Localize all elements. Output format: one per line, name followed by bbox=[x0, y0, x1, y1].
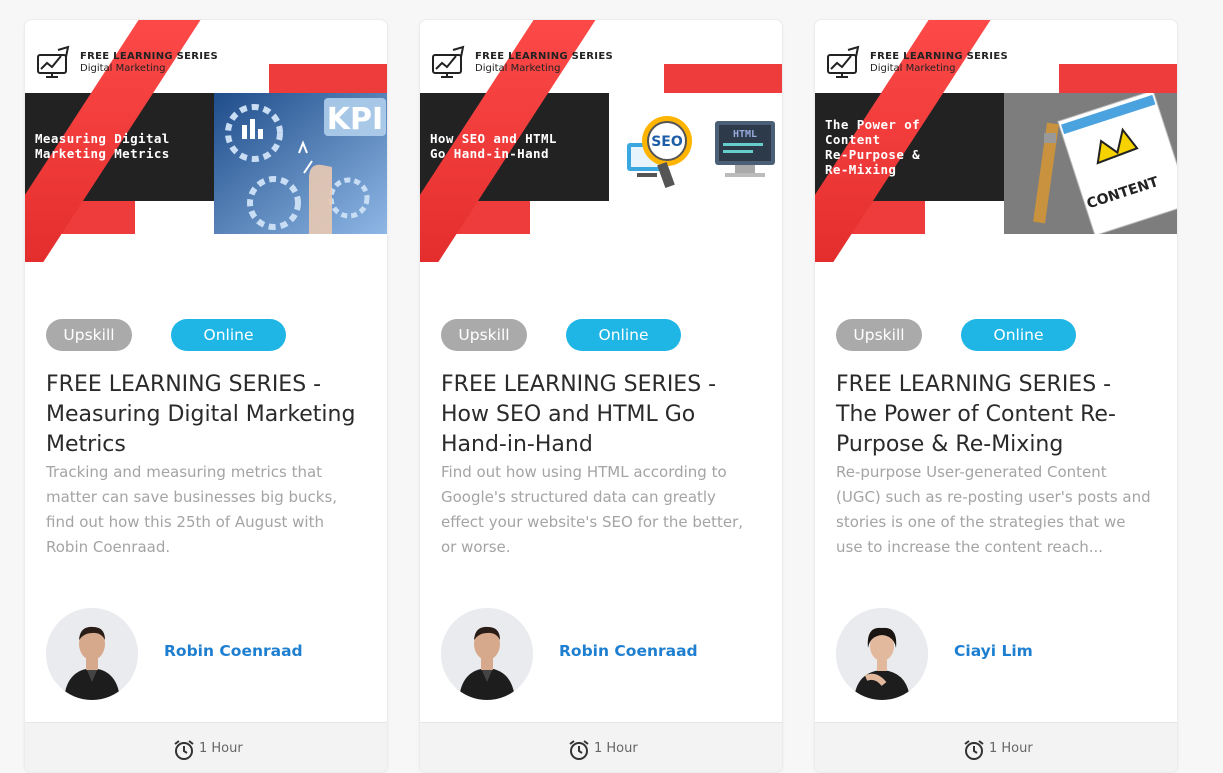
kpi-text: KPI bbox=[327, 102, 383, 137]
course-card-seo-html[interactable]: SEO HTML FREE LEARNING SERIES Digital Ma… bbox=[419, 19, 783, 773]
card-footer: 1 Hour bbox=[420, 722, 782, 772]
avatar[interactable] bbox=[46, 608, 138, 700]
alarm-clock-icon bbox=[963, 739, 985, 761]
banner-series-label: FREE LEARNING SERIES bbox=[870, 51, 1008, 62]
author-link[interactable]: Robin Coenraad bbox=[559, 642, 698, 660]
banner-sub-label: Digital Marketing bbox=[475, 63, 561, 74]
alarm-clock-icon bbox=[173, 739, 195, 761]
course-card-measuring-metrics[interactable]: KPI FREE LEARNING SERIES Digital Marketi… bbox=[24, 19, 388, 773]
alarm-clock-icon bbox=[568, 739, 590, 761]
banner-title: The Power of Content Re-Purpose & Re-Mix… bbox=[825, 117, 921, 177]
author-link[interactable]: Robin Coenraad bbox=[164, 642, 303, 660]
html-text: HTML bbox=[733, 129, 757, 140]
seo-html-illustration: SEO HTML bbox=[609, 93, 782, 234]
duration-label: 1 Hour bbox=[989, 741, 1033, 756]
content-photo: CONTENT bbox=[1004, 93, 1177, 234]
online-tag[interactable]: Online bbox=[171, 319, 286, 351]
card-footer: 1 Hour bbox=[815, 722, 1177, 772]
chart-monitor-icon bbox=[36, 45, 72, 79]
card-footer: 1 Hour bbox=[25, 722, 387, 772]
banner-sub-label: Digital Marketing bbox=[80, 63, 166, 74]
course-banner: KPI FREE LEARNING SERIES Digital Marketi… bbox=[25, 20, 387, 262]
upskill-tag[interactable]: Upskill bbox=[836, 319, 922, 351]
course-title[interactable]: FREE LEARNING SERIES - The Power of Cont… bbox=[836, 370, 1156, 460]
chart-monitor-icon bbox=[431, 45, 467, 79]
kpi-photo: KPI bbox=[214, 93, 387, 234]
banner-title: Measuring Digital Marketing Metrics bbox=[35, 131, 170, 161]
course-card-content-repurpose[interactable]: CONTENT FREE LEARNING SERIES Digital Mar… bbox=[814, 19, 1178, 773]
online-tag[interactable]: Online bbox=[566, 319, 681, 351]
author-link[interactable]: Ciayi Lim bbox=[954, 642, 1033, 660]
seo-text: SEO bbox=[651, 134, 683, 150]
online-tag[interactable]: Online bbox=[961, 319, 1076, 351]
course-title[interactable]: FREE LEARNING SERIES - Measuring Digital… bbox=[46, 370, 366, 460]
course-description: Re-purpose User-generated Content (UGC) … bbox=[836, 463, 1151, 556]
course-banner: CONTENT FREE LEARNING SERIES Digital Mar… bbox=[815, 20, 1177, 262]
duration-label: 1 Hour bbox=[199, 741, 243, 756]
avatar[interactable] bbox=[836, 608, 928, 700]
banner-series-label: FREE LEARNING SERIES bbox=[475, 51, 613, 62]
upskill-tag[interactable]: Upskill bbox=[46, 319, 132, 351]
chart-monitor-icon bbox=[826, 45, 862, 79]
course-description: Tracking and measuring metrics that matt… bbox=[46, 463, 338, 556]
duration-label: 1 Hour bbox=[594, 741, 638, 756]
banner-sub-label: Digital Marketing bbox=[870, 63, 956, 74]
course-card-grid: KPI FREE LEARNING SERIES Digital Marketi… bbox=[0, 0, 1223, 773]
upskill-tag[interactable]: Upskill bbox=[441, 319, 527, 351]
course-title[interactable]: FREE LEARNING SERIES - How SEO and HTML … bbox=[441, 370, 761, 460]
banner-series-label: FREE LEARNING SERIES bbox=[80, 51, 218, 62]
banner-title: How SEO and HTML Go Hand-in-Hand bbox=[430, 131, 557, 161]
avatar[interactable] bbox=[441, 608, 533, 700]
course-banner: SEO HTML FREE LEARNING SERIES Digital Ma… bbox=[420, 20, 782, 262]
course-description: Find out how using HTML according to Goo… bbox=[441, 463, 744, 556]
